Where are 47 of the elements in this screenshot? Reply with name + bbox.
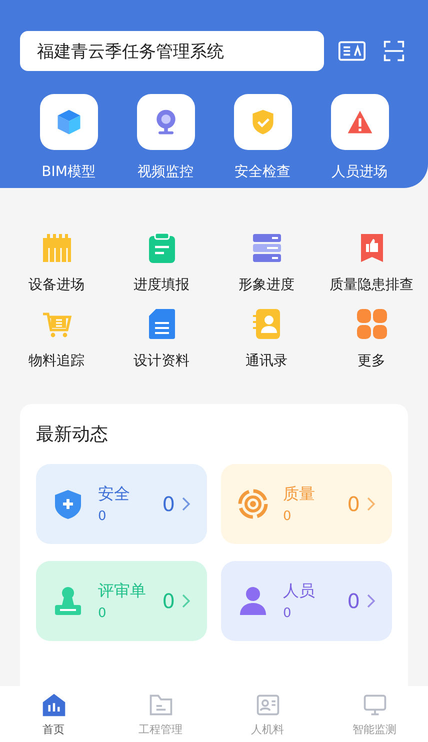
app-label: 视频监控 bbox=[138, 163, 194, 181]
section-title: 最新动态 bbox=[36, 423, 109, 446]
app-shortcut[interactable]: 设计资料 bbox=[109, 308, 214, 370]
person-icon bbox=[237, 585, 269, 617]
stat-label: 人员 bbox=[283, 581, 316, 602]
shield-plus-icon bbox=[52, 488, 84, 520]
stat-card[interactable]: 人员 0 0 bbox=[221, 561, 392, 641]
stat-total: 0 bbox=[283, 509, 292, 524]
app-tile[interactable] bbox=[330, 94, 388, 150]
stat-count: 0 bbox=[162, 492, 175, 516]
list-icon bbox=[250, 232, 282, 264]
app-shortcut[interactable]: 质量隐患排查 bbox=[319, 232, 424, 294]
app-shortcut[interactable]: 更多 bbox=[319, 308, 424, 370]
app-label: BIM模型 bbox=[42, 163, 96, 181]
chevron-right-icon bbox=[181, 496, 191, 512]
piano-keys-icon bbox=[40, 232, 72, 264]
app-shortcut[interactable]: 形象进度 bbox=[214, 232, 319, 294]
stamp-icon bbox=[52, 585, 84, 617]
app-label: 人员进场 bbox=[332, 163, 388, 181]
stat-card[interactable]: 安全 0 0 bbox=[36, 464, 207, 544]
tab[interactable]: 首页 bbox=[0, 686, 107, 742]
app-shortcut[interactable]: 进度填报 bbox=[109, 232, 214, 294]
stat-label: 质量 bbox=[283, 484, 316, 505]
chevron-right-icon bbox=[181, 593, 191, 609]
contact-book-icon bbox=[250, 308, 282, 340]
app-shortcut[interactable]: 物料追踪 bbox=[4, 308, 109, 370]
stat-count: 0 bbox=[162, 589, 175, 613]
search-field[interactable]: 福建青云季任务管理系统 bbox=[20, 31, 324, 71]
stat-count: 0 bbox=[347, 589, 360, 613]
app-shortcut[interactable]: 通讯录 bbox=[214, 308, 319, 370]
stat-total: 0 bbox=[283, 606, 292, 621]
app-shortcut[interactable]: 设备进场 bbox=[4, 232, 109, 294]
app-tile[interactable] bbox=[136, 94, 194, 150]
id-card-icon[interactable] bbox=[338, 40, 366, 62]
chevron-right-icon bbox=[366, 593, 376, 609]
stat-total: 0 bbox=[98, 606, 108, 621]
grid-icon bbox=[356, 308, 388, 340]
chevron-right-icon bbox=[366, 496, 376, 512]
stat-label: 评审单 bbox=[98, 581, 147, 602]
chart-icon bbox=[40, 692, 66, 718]
app-tile[interactable] bbox=[40, 94, 98, 150]
stat-label: 安全 bbox=[98, 484, 131, 505]
app-tile[interactable] bbox=[234, 94, 292, 150]
target-icon bbox=[237, 488, 269, 520]
stat-count: 0 bbox=[347, 492, 360, 516]
app-label: 安全检查 bbox=[234, 163, 290, 181]
stat-total: 0 bbox=[98, 509, 108, 524]
